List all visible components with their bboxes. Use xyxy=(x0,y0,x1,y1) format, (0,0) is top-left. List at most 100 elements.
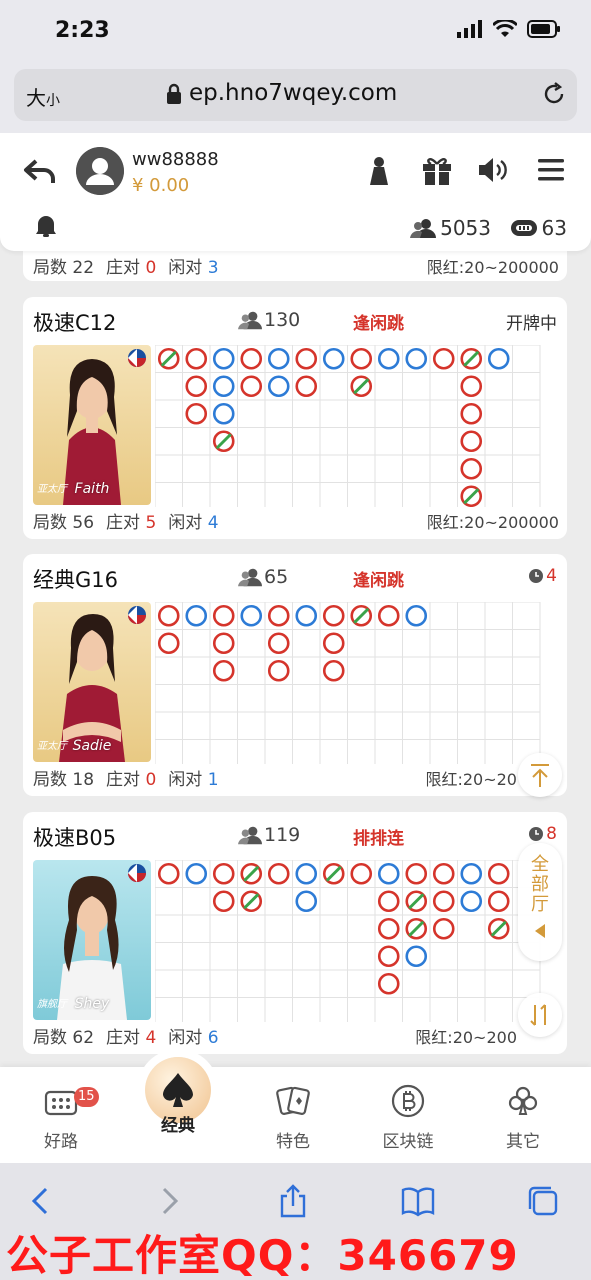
banker-bead xyxy=(212,890,235,913)
player-bead xyxy=(405,347,428,370)
dealer-photo: 旗舰厅 Shey xyxy=(33,860,151,1020)
banker-bead xyxy=(432,890,455,913)
table-card-b05[interactable]: 极速B05 119 排排连 8 旗舰厅 Shey 局数 62 庄对 4 闲对 6… xyxy=(23,812,567,1054)
bead-road-grid xyxy=(155,860,541,1022)
watermark-text: 公子工作室QQ：346679 xyxy=(6,1231,519,1278)
banker-bead xyxy=(432,347,455,370)
banker-bead xyxy=(322,632,345,655)
banker-bead xyxy=(350,347,373,370)
table-players: 119 xyxy=(238,824,300,846)
banker-bead xyxy=(212,632,235,655)
browser-forward-icon[interactable] xyxy=(150,1183,186,1219)
player-bead xyxy=(212,347,235,370)
tab-good-road[interactable]: 好路 15 xyxy=(16,1081,106,1152)
prev-limit: 限红:20~200000 xyxy=(426,258,559,277)
url-text[interactable]: ep.hno7wqey.com xyxy=(189,80,397,106)
banker-bead xyxy=(185,375,208,398)
tabs-icon[interactable] xyxy=(525,1183,561,1219)
table-players: 130 xyxy=(238,309,300,331)
banker-bead xyxy=(460,457,483,480)
banker-bead xyxy=(432,862,455,885)
table-card-c12[interactable]: 极速C12 130 逢闲跳 开牌中 亚太厅 Faith 局数 56 庄对 5 闲… xyxy=(23,297,567,539)
wifi-icon xyxy=(493,20,517,37)
scroll-to-top-button[interactable] xyxy=(518,753,562,797)
player-bead xyxy=(377,862,400,885)
browser-back-icon[interactable] xyxy=(24,1183,60,1219)
player-bead xyxy=(405,945,428,968)
banker-bead xyxy=(295,375,318,398)
notification-bell-icon[interactable] xyxy=(34,213,58,239)
bead-road-grid xyxy=(155,602,541,764)
balance: ¥ 0.00 xyxy=(132,175,190,196)
banker-bead xyxy=(350,862,373,885)
sort-button[interactable] xyxy=(518,993,562,1037)
dealer-photo: 亚太厅 Faith xyxy=(33,345,151,505)
table-count: 63 xyxy=(510,216,567,240)
banker-bead xyxy=(377,604,400,627)
share-icon[interactable] xyxy=(275,1183,311,1219)
banker-bead xyxy=(267,604,290,627)
tab-other[interactable]: 其它 xyxy=(478,1081,568,1152)
table-status: 开牌中 xyxy=(506,314,557,334)
player-bead xyxy=(460,862,483,885)
club-icon xyxy=(508,1086,538,1115)
app-content: ww88888 ¥ 0.00 5053 63 局数 22 庄对 0 闲对 3 限… xyxy=(0,133,591,1163)
player-bead xyxy=(295,862,318,885)
banker-bead xyxy=(460,402,483,425)
banker-bead xyxy=(157,604,180,627)
menu-icon[interactable] xyxy=(534,153,568,187)
tie-bead xyxy=(487,917,510,940)
tab-special[interactable]: 特色 xyxy=(248,1081,338,1152)
tie-bead xyxy=(460,485,483,507)
avatar[interactable] xyxy=(76,147,124,195)
tie-bead xyxy=(322,862,345,885)
tie-bead xyxy=(405,890,428,913)
status-time: 2:23 xyxy=(55,18,110,43)
cellular-signal-icon xyxy=(457,20,482,38)
bottom-tab-bar: 好路 15 经典 特色 区块链 其它 xyxy=(0,1057,591,1163)
lock-icon xyxy=(167,83,181,104)
road-pattern: 逢闲跳 xyxy=(353,314,404,334)
tie-bead xyxy=(350,604,373,627)
player-bead xyxy=(405,604,428,627)
players-icon xyxy=(410,219,437,238)
sort-icon xyxy=(530,1004,546,1026)
tab-classic[interactable]: 经典 xyxy=(133,1081,223,1136)
banker-bead xyxy=(377,890,400,913)
player-bead xyxy=(212,375,235,398)
back-icon[interactable] xyxy=(22,153,58,189)
table-title: 极速C12 xyxy=(33,311,117,335)
reload-icon[interactable] xyxy=(541,81,567,107)
banker-bead xyxy=(212,604,235,627)
tie-bead xyxy=(405,917,428,940)
banker-bead xyxy=(212,659,235,682)
players-icon xyxy=(238,311,262,330)
bead-road-grid xyxy=(155,345,541,507)
banker-bead xyxy=(377,972,400,995)
text-size-button[interactable]: 大小 xyxy=(26,82,60,111)
dealer-photo: 亚太厅 Sadie xyxy=(33,602,151,762)
battery-icon xyxy=(527,20,560,38)
volume-icon[interactable] xyxy=(476,153,510,187)
gift-icon[interactable] xyxy=(420,153,454,187)
table-card-g16[interactable]: 经典G16 65 逢闲跳 4 亚太厅 Sadie 局数 18 庄对 0 闲对 1… xyxy=(23,554,567,796)
bookmarks-icon[interactable] xyxy=(400,1183,436,1219)
previous-table-card-footer[interactable]: 局数 22 庄对 0 闲对 3 限红:20~200000 xyxy=(23,249,567,281)
username: ww88888 xyxy=(132,149,219,170)
banker-bead xyxy=(267,659,290,682)
banker-bead xyxy=(460,430,483,453)
dealer-service-icon[interactable] xyxy=(362,153,396,187)
all-halls-button[interactable]: 全 部 厅 xyxy=(518,843,562,961)
tab-blockchain[interactable]: 区块链 xyxy=(363,1081,453,1152)
clock-icon xyxy=(529,569,544,583)
banker-bead xyxy=(377,945,400,968)
table-limit: 限红:20~200000 xyxy=(426,513,559,532)
player-bead xyxy=(295,604,318,627)
caret-left-icon xyxy=(535,924,545,938)
status-icons xyxy=(457,20,561,38)
banker-bead xyxy=(322,604,345,627)
address-bar[interactable]: 大小 ep.hno7wqey.com xyxy=(14,69,577,121)
banker-bead xyxy=(377,917,400,940)
player-bead xyxy=(267,375,290,398)
players-icon xyxy=(238,826,262,845)
